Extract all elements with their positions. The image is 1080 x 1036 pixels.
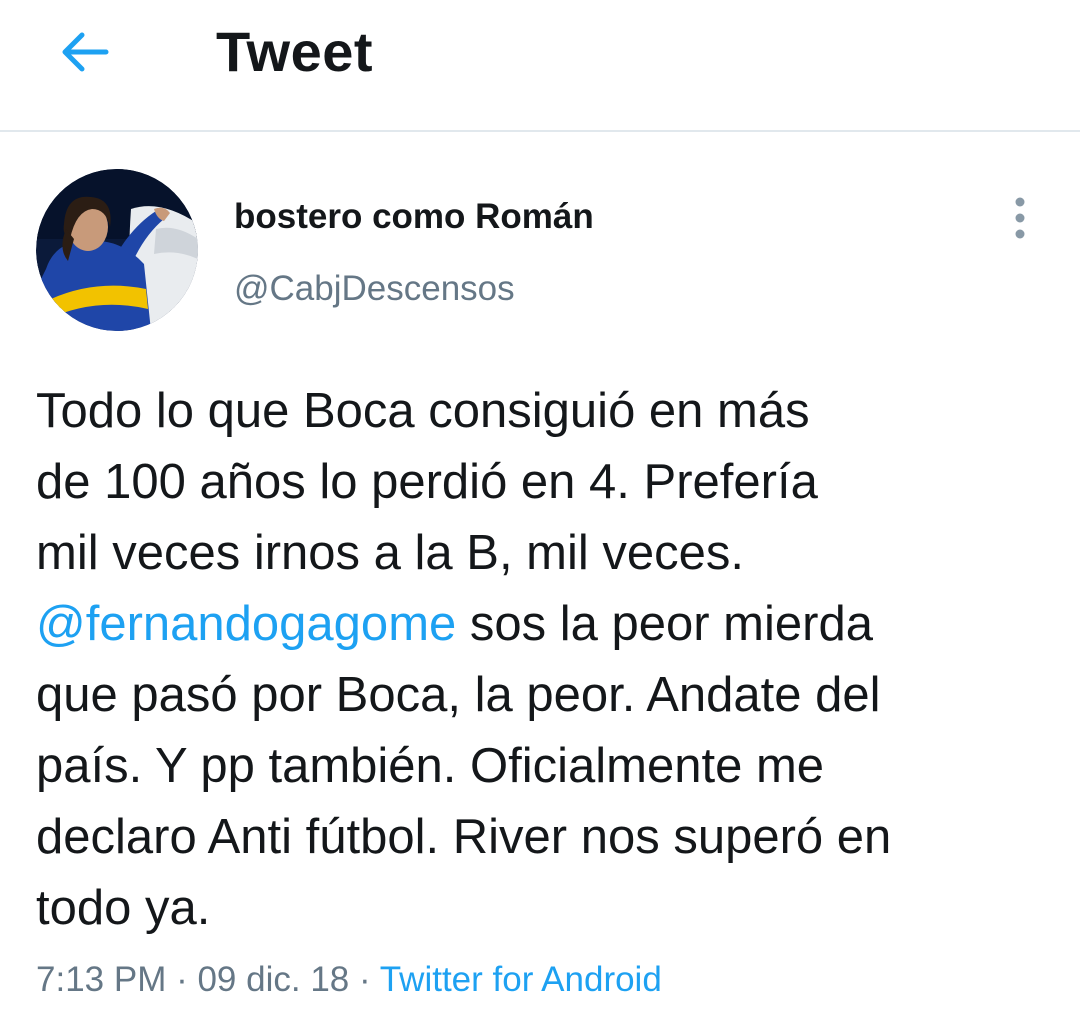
tweet-text: Todo lo que Boca consiguió en más de 100… [36,376,1046,944]
tweet-source-link[interactable]: Twitter for Android [380,960,662,999]
tweet-line: de 100 años lo perdió en 4. Prefería [36,455,818,509]
tweet-line: todo ya. [36,881,211,935]
separator-dot: · [166,960,198,999]
author-display-name[interactable]: bostero como Román [234,197,594,237]
tweet-metadata: 7:13 PM · 09 dic. 18 · Twitter for Andro… [36,958,662,1002]
mention-link[interactable]: @fernandogagome [36,597,456,651]
top-bar: Tweet [0,0,1080,132]
tweet-time: 7:13 PM [36,960,167,999]
separator-dot: · [349,960,380,999]
page-title: Tweet [216,20,374,83]
more-vertical-icon [1015,197,1025,239]
back-button[interactable] [56,24,112,80]
profile-photo [36,169,198,331]
tweet-line: declaro Anti fútbol. River nos superó en [36,810,892,864]
tweet-line: que pasó por Boca, la peor. Andate del [36,668,881,722]
tweet-line: @fernandogagome sos la peor mierda [36,589,1046,660]
tweet-date: 09 dic. 18 [197,960,350,999]
tweet-line: país. Y pp también. Oficialmente me [36,739,825,793]
tweet-line-text: sos la peor mierda [456,597,873,651]
avatar[interactable] [36,169,198,331]
tweet-line: Todo lo que Boca consiguió en más [36,384,810,438]
author-handle[interactable]: @CabjDescensos [234,269,515,309]
tweet-line: mil veces irnos a la B, mil veces. [36,526,744,580]
more-options-button[interactable] [1004,194,1036,242]
arrow-left-icon [62,32,109,72]
